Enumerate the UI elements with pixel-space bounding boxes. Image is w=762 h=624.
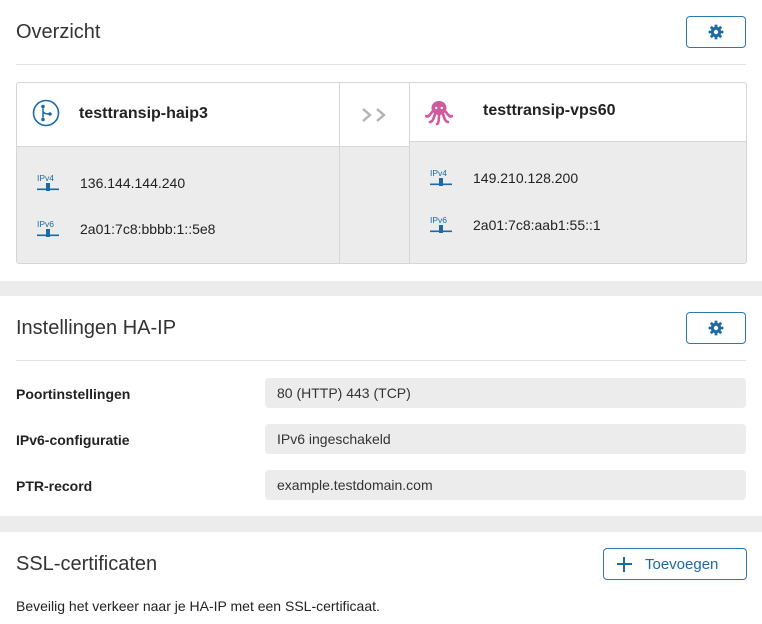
svg-text:IPv4: IPv4 bbox=[430, 168, 447, 178]
overview-divider bbox=[16, 64, 746, 65]
settings-divider bbox=[16, 360, 746, 361]
octopus-icon bbox=[425, 101, 453, 126]
add-certificate-button[interactable]: Toevoegen bbox=[603, 548, 747, 580]
vps-ipv6-address: 2a01:7c8:aab1:55::1 bbox=[473, 217, 601, 233]
overview-section: Overzicht testtransip-haip3 IPv4 136.144… bbox=[0, 0, 762, 281]
svg-text:IPv4: IPv4 bbox=[37, 173, 54, 183]
setting-value: IPv6 ingeschakeld bbox=[265, 424, 746, 454]
double-chevron-right-icon bbox=[362, 108, 386, 122]
vps-ipv6-row: IPv6 2a01:7c8:aab1:55::1 bbox=[428, 215, 601, 235]
ipv4-icon: IPv4 bbox=[37, 173, 59, 191]
settings-edit-button[interactable] bbox=[686, 312, 746, 344]
connection-panel-header bbox=[340, 83, 409, 147]
settings-section: Instellingen HA-IP Poortinstellingen 80 … bbox=[0, 296, 762, 516]
haip-panel: testtransip-haip3 IPv4 136.144.144.240 I… bbox=[17, 83, 339, 263]
vps-panel-header: testtransip-vps60 bbox=[410, 83, 746, 142]
gear-icon bbox=[708, 320, 724, 336]
haip-name: testtransip-haip3 bbox=[79, 105, 208, 122]
setting-value: example.testdomain.com bbox=[265, 470, 746, 500]
ssl-description: Beveilig het verkeer naar je HA-IP met e… bbox=[16, 598, 380, 614]
haip-ipv4-row: IPv4 136.144.144.240 bbox=[35, 173, 185, 193]
gear-icon bbox=[708, 24, 724, 40]
vps-ipv4-row: IPv4 149.210.128.200 bbox=[428, 168, 578, 188]
setting-row-ports: Poortinstellingen 80 (HTTP) 443 (TCP) bbox=[16, 378, 746, 408]
vps-name: testtransip-vps60 bbox=[483, 102, 616, 119]
ssl-title: SSL-certificaten bbox=[16, 553, 158, 575]
settings-title: Instellingen HA-IP bbox=[16, 317, 177, 339]
setting-label: IPv6-configuratie bbox=[16, 432, 130, 448]
setting-label: Poortinstellingen bbox=[16, 386, 131, 402]
ipv4-icon: IPv4 bbox=[430, 168, 452, 186]
setting-label: PTR-record bbox=[16, 478, 93, 494]
plus-icon bbox=[617, 556, 632, 572]
vps-panel: testtransip-vps60 IPv4 149.210.128.200 I… bbox=[410, 83, 746, 263]
svg-text:IPv6: IPv6 bbox=[37, 219, 54, 229]
haip-panel-header: testtransip-haip3 bbox=[17, 83, 339, 147]
haip-connection-card: testtransip-haip3 IPv4 136.144.144.240 I… bbox=[16, 82, 747, 264]
svg-text:IPv6: IPv6 bbox=[430, 215, 447, 225]
add-certificate-label: Toevoegen bbox=[645, 555, 719, 573]
setting-row-ipv6: IPv6-configuratie IPv6 ingeschakeld bbox=[16, 424, 746, 454]
ssl-section: SSL-certificaten Toevoegen Beveilig het … bbox=[0, 532, 762, 624]
setting-row-ptr: PTR-record example.testdomain.com bbox=[16, 470, 746, 500]
ipv6-icon: IPv6 bbox=[37, 219, 59, 237]
haip-ipv6-row: IPv6 2a01:7c8:bbbb:1::5e8 bbox=[35, 219, 215, 239]
haip-ipv4-address: 136.144.144.240 bbox=[80, 175, 186, 191]
haip-icon bbox=[32, 99, 60, 127]
vps-ipv4-address: 149.210.128.200 bbox=[473, 170, 579, 186]
connection-panel bbox=[339, 83, 410, 263]
overview-title: Overzicht bbox=[16, 21, 101, 43]
overview-settings-button[interactable] bbox=[686, 16, 746, 48]
haip-ipv6-address: 2a01:7c8:bbbb:1::5e8 bbox=[80, 221, 216, 237]
setting-value: 80 (HTTP) 443 (TCP) bbox=[265, 378, 746, 408]
ipv6-icon: IPv6 bbox=[430, 215, 452, 233]
